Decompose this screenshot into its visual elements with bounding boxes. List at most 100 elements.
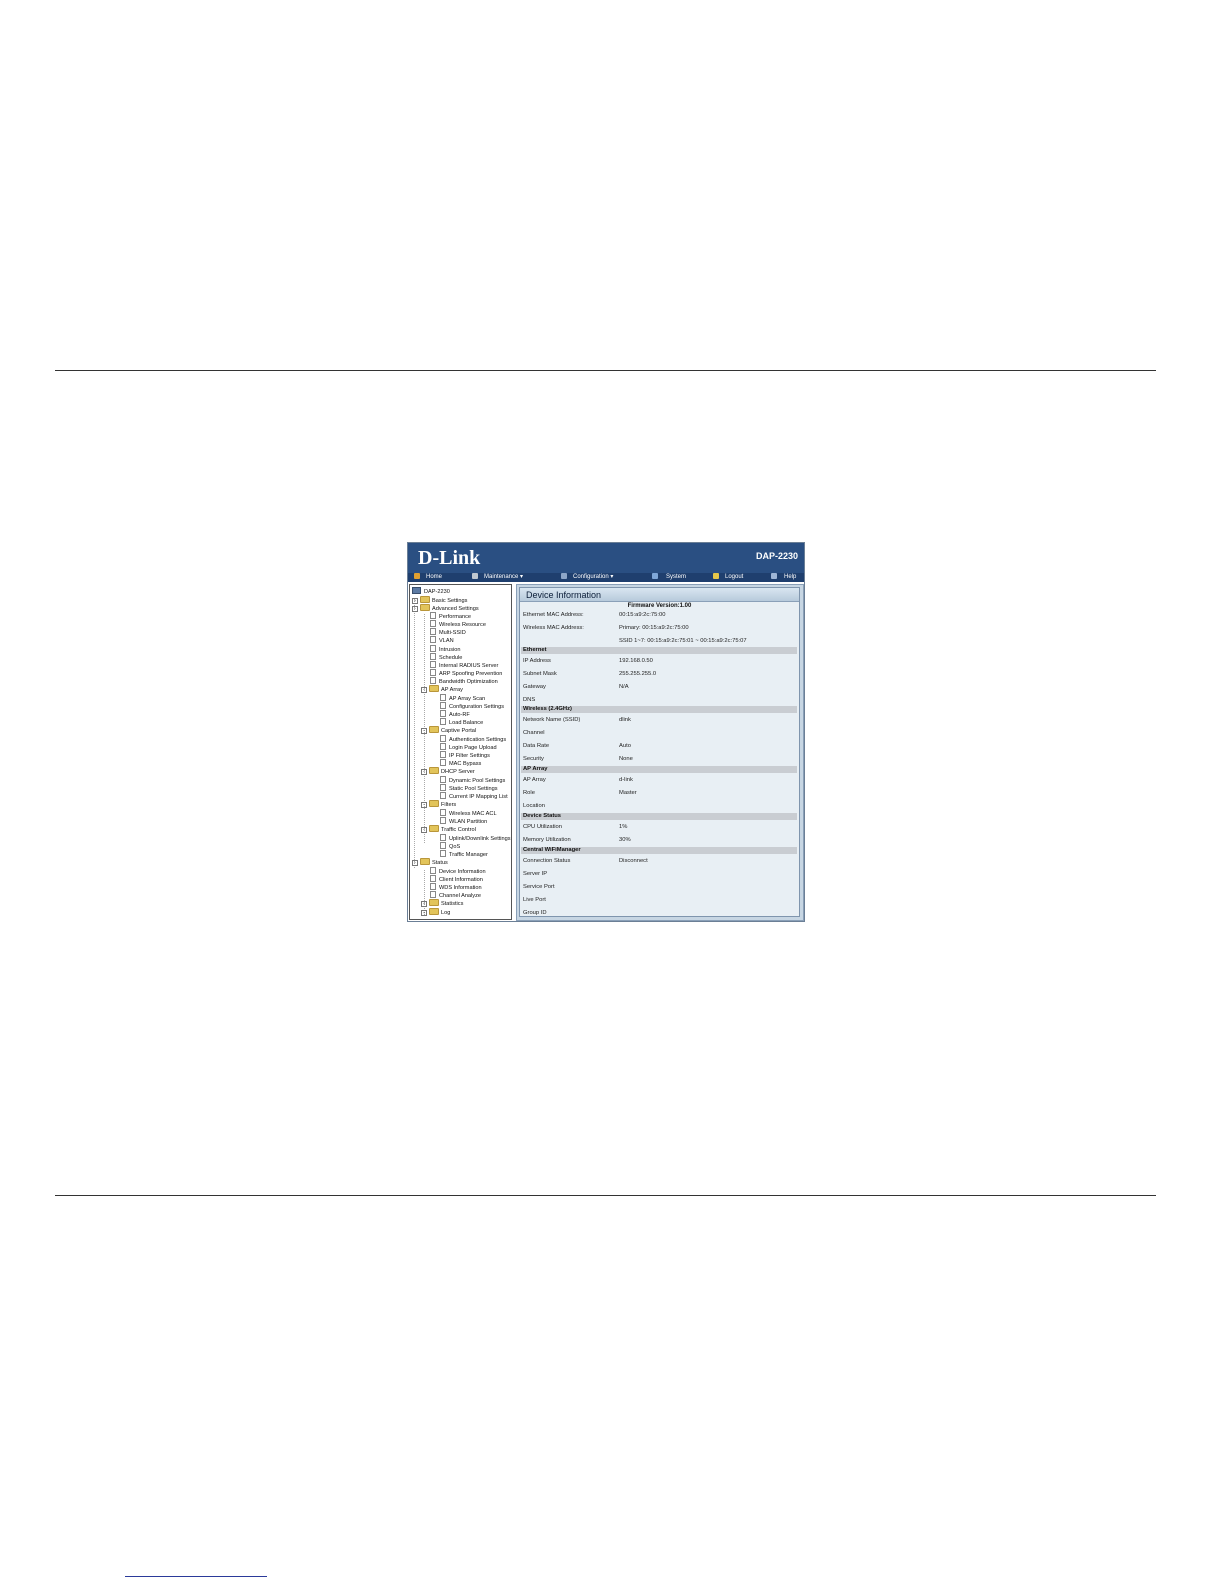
tree-captive-portal[interactable]: − Captive Portal xyxy=(421,726,476,734)
tree-item-client-information[interactable]: Client Information xyxy=(430,875,483,883)
collapse-icon[interactable]: − xyxy=(412,606,418,612)
tree-item-schedule[interactable]: Schedule xyxy=(430,653,462,661)
menu-home[interactable]: Home xyxy=(414,573,442,582)
server-ip-label: Server IP xyxy=(523,871,548,877)
channel-label: Channel xyxy=(523,730,545,736)
collapse-icon[interactable]: − xyxy=(421,769,427,775)
tree-item-traffic-manager[interactable]: Traffic Manager xyxy=(440,850,488,858)
folder-icon xyxy=(420,858,430,865)
tree-item-intrusion[interactable]: Intrusion xyxy=(430,645,460,653)
tree-item-authentication-settings[interactable]: Authentication Settings xyxy=(440,735,506,743)
page-icon xyxy=(430,628,436,635)
computer-icon xyxy=(412,587,421,594)
tree-status[interactable]: − Status xyxy=(412,858,448,866)
main-content-area: Device Information Firmware Version:1.00… xyxy=(516,584,804,921)
ap-array-label: AP Array xyxy=(523,777,546,783)
ethernet-mac-value: 00:15:a9:2c:75:00 xyxy=(619,612,666,618)
tree-item-vlan[interactable]: VLAN xyxy=(430,636,454,644)
collapse-icon[interactable]: − xyxy=(421,728,427,734)
collapse-icon[interactable]: − xyxy=(421,827,427,833)
tree-log[interactable]: + Log xyxy=(421,908,450,916)
tree-item-dynamic-pool-settings[interactable]: Dynamic Pool Settings xyxy=(440,776,505,784)
page-icon xyxy=(440,735,446,742)
page-icon xyxy=(440,702,446,709)
tree-item-channel-analyze[interactable]: Channel Analyze xyxy=(430,891,481,899)
tree-dhcp-server[interactable]: − DHCP Server xyxy=(421,767,475,775)
home-icon xyxy=(414,573,420,579)
page-icon xyxy=(440,792,446,799)
data-rate-label: Data Rate xyxy=(523,743,550,749)
menu-configuration[interactable]: Configuration ▾ xyxy=(561,573,613,582)
header-banner: D-Link DAP-2230 xyxy=(408,543,804,573)
page-icon xyxy=(440,759,446,766)
model-name: DAP-2230 xyxy=(755,551,798,561)
tools-icon xyxy=(472,573,478,579)
tree-item-qos[interactable]: QoS xyxy=(440,842,460,850)
connection-status-label: Connection Status xyxy=(523,858,571,864)
service-port-label: Service Port xyxy=(523,884,555,890)
collapse-icon[interactable]: − xyxy=(421,802,427,808)
help-icon xyxy=(771,573,777,579)
tree-item-configuration-settings[interactable]: Configuration Settings xyxy=(440,702,504,710)
gateway-value: N/A xyxy=(619,684,629,690)
page-icon xyxy=(440,850,446,857)
tree-item-arp-spoofing-prevention[interactable]: ARP Spoofing Prevention xyxy=(430,669,502,677)
tree-item-uplink-downlink-settings[interactable]: Uplink/Downlink Settings xyxy=(440,834,511,842)
logout-icon xyxy=(713,573,719,579)
tree-ap-array[interactable]: − AP Array xyxy=(421,685,463,693)
ssid-label: Network Name (SSID) xyxy=(523,717,581,723)
tree-item-mac-bypass[interactable]: MAC Bypass xyxy=(440,759,481,767)
group-id-label: Group ID xyxy=(523,910,547,916)
menu-system[interactable]: System xyxy=(652,573,686,582)
tree-item-multi-ssid[interactable]: Multi-SSID xyxy=(430,628,466,636)
floppy-icon xyxy=(561,573,567,579)
section-central-wifimanager: Central WiFiManager xyxy=(521,847,797,854)
ssid-value: dlink xyxy=(619,717,631,723)
tree-item-bandwidth-optimization[interactable]: Bandwidth Optimization xyxy=(430,677,498,685)
tree-item-device-information[interactable]: Device Information xyxy=(430,867,486,875)
gateway-label: Gateway xyxy=(523,684,546,690)
folder-icon xyxy=(429,908,439,915)
folder-icon xyxy=(429,800,439,807)
tree-filters[interactable]: − Filters xyxy=(421,800,456,808)
page-icon xyxy=(440,743,446,750)
tree-item-wlan-partition[interactable]: WLAN Partition xyxy=(440,817,487,825)
page-icon xyxy=(440,842,446,849)
page-icon xyxy=(430,677,436,684)
tree-item-performance[interactable]: Performance xyxy=(430,612,471,620)
tree-item-login-page-upload[interactable]: Login Page Upload xyxy=(440,743,497,751)
tree-traffic-control[interactable]: − Traffic Control xyxy=(421,825,476,833)
ap-array-value: d-link xyxy=(619,777,633,783)
collapse-icon[interactable]: − xyxy=(421,687,427,693)
tree-item-load-balance[interactable]: Load Balance xyxy=(440,718,483,726)
wireless-mac-primary: Primary: 00:15:a9:2c:75:00 xyxy=(619,625,689,631)
menu-logout[interactable]: Logout xyxy=(713,573,743,582)
tree-statistics[interactable]: + Statistics xyxy=(421,899,463,907)
dap-2230-web-ui-screenshot: D-Link DAP-2230 Home Maintenance ▾ Confi… xyxy=(407,542,805,922)
expand-icon[interactable]: + xyxy=(421,910,427,916)
wireless-mac-ssid-range: SSID 1~7: 00:15:a9:2c:75:01 ~ 00:15:a9:2… xyxy=(619,638,747,644)
tree-basic-settings[interactable]: + Basic Settings xyxy=(412,596,467,604)
expand-icon[interactable]: + xyxy=(421,901,427,907)
tree-item-ap-array-scan[interactable]: AP Array Scan xyxy=(440,694,485,702)
memory-utilization-label: Memory Utilization xyxy=(523,837,571,843)
tree-item-wireless-mac-acl[interactable]: Wireless MAC ACL xyxy=(440,809,497,817)
tree-item-auto-rf[interactable]: Auto-RF xyxy=(440,710,470,718)
collapse-icon[interactable]: − xyxy=(412,860,418,866)
tree-item-ip-filter-settings[interactable]: IP Filter Settings xyxy=(440,751,490,759)
section-device-status: Device Status xyxy=(521,813,797,820)
tree-advanced-settings[interactable]: − Advanced Settings xyxy=(412,604,479,612)
footer-link-underline[interactable] xyxy=(125,1576,267,1577)
ip-address-value: 192.168.0.50 xyxy=(619,658,653,664)
tree-item-current-ip-mapping-list[interactable]: Current IP Mapping List xyxy=(440,792,508,800)
tree-item-wireless-resource[interactable]: Wireless Resource xyxy=(430,620,486,628)
tree-item-static-pool-settings[interactable]: Static Pool Settings xyxy=(440,784,498,792)
top-menu-bar: Home Maintenance ▾ Configuration ▾ Syste… xyxy=(408,573,804,582)
folder-icon xyxy=(429,726,439,733)
menu-maintenance[interactable]: Maintenance ▾ xyxy=(472,573,523,582)
page-icon xyxy=(440,784,446,791)
tree-item-wds-information[interactable]: WDS Information xyxy=(430,883,482,891)
menu-help[interactable]: Help xyxy=(771,573,796,582)
tree-root[interactable]: DAP-2230 xyxy=(412,587,450,595)
tree-item-internal-radius-server[interactable]: Internal RADIUS Server xyxy=(430,661,498,669)
